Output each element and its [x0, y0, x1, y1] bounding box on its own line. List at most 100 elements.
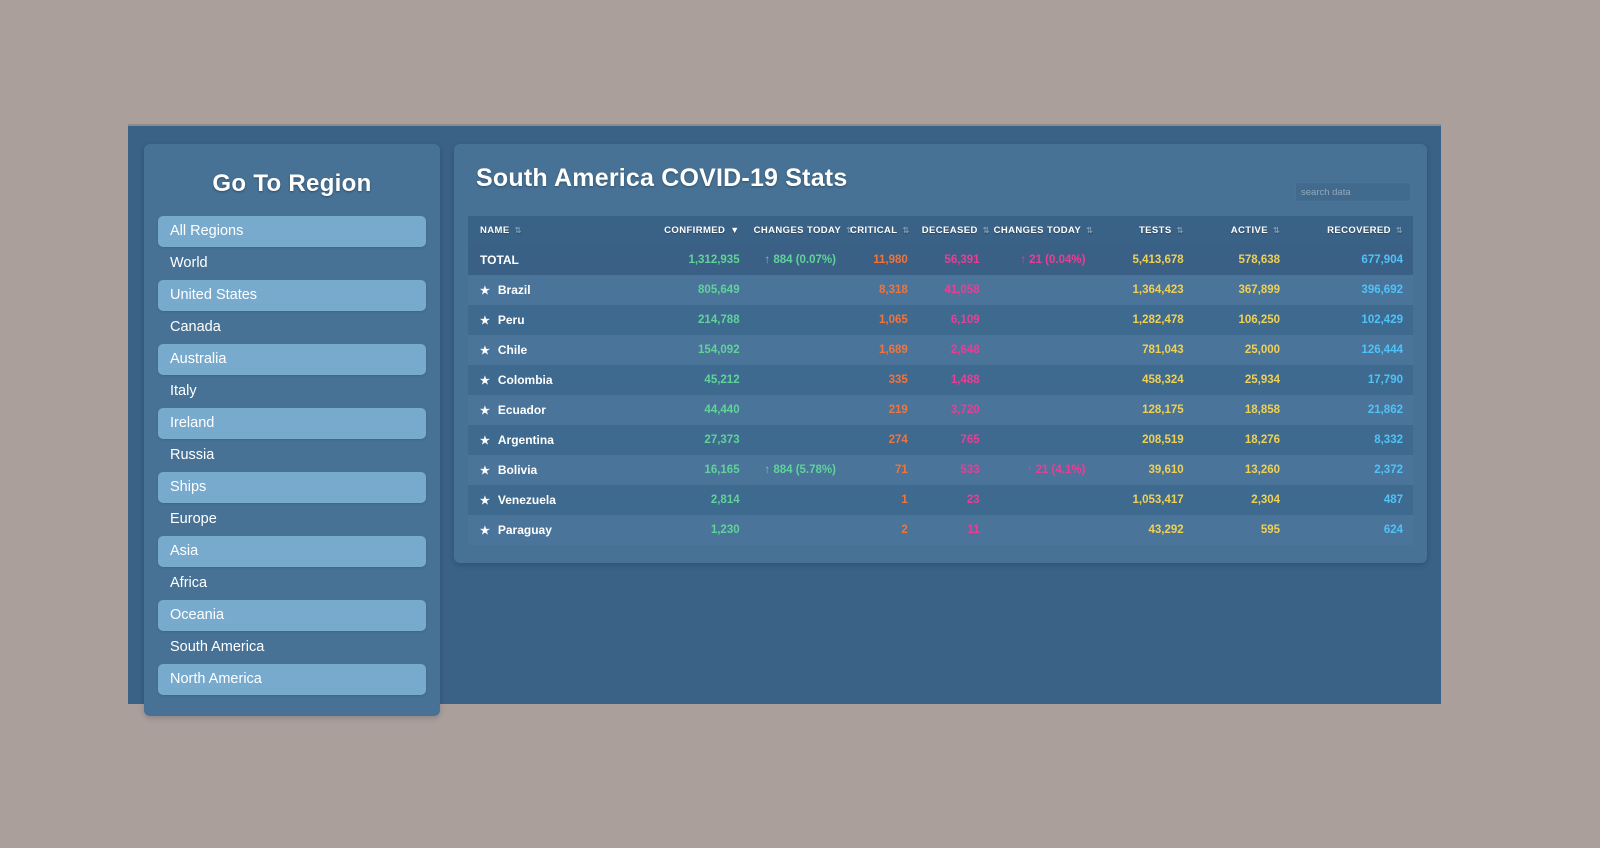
cell-recovered: 126,444 — [1361, 344, 1403, 356]
sidebar-item-ships[interactable]: Ships — [158, 472, 426, 503]
sidebar-item-oceania[interactable]: Oceania — [158, 600, 426, 631]
search-input[interactable] — [1295, 182, 1411, 202]
column-header-deceased[interactable]: DECEASED ⇅ — [918, 216, 990, 245]
cell-changes2 — [990, 515, 1096, 545]
sidebar-item-ireland[interactable]: Ireland — [158, 408, 426, 439]
column-header-recovered[interactable]: RECOVERED ⇅ — [1290, 216, 1413, 245]
column-header-name[interactable]: NAME ⇅ — [468, 216, 653, 245]
table-row[interactable]: ★ Venezuela 2,814 1 23 1,053,417 2,304 487 — [468, 485, 1413, 515]
cell-recovered: 21,862 — [1367, 404, 1403, 416]
column-header-label: CHANGES TODAY — [993, 225, 1082, 236]
sort-toggle-icon[interactable]: ⇅ — [1273, 226, 1280, 235]
column-header-confirmed[interactable]: CONFIRMED ▼ — [653, 216, 749, 245]
cell-deceased: 41,058 — [944, 284, 980, 296]
cell-changes1 — [750, 275, 846, 305]
cell-confirmed: 154,092 — [698, 344, 740, 356]
star-icon[interactable]: ★ — [480, 315, 490, 327]
cell-changes2 — [990, 305, 1096, 335]
sidebar-item-russia[interactable]: Russia — [158, 440, 426, 471]
table-row[interactable]: ★ Argentina 27,373 274 765 208,519 18,276 8,332 — [468, 425, 1413, 455]
table-row[interactable]: ★ Bolivia 16,165 ↑ 884 (5.78%) 71 533 ↑ 21 (4.… — [468, 455, 1413, 485]
sidebar-item-africa[interactable]: Africa — [158, 568, 426, 599]
cell-tests: 1,053,417 — [1132, 494, 1184, 506]
column-header-changes1[interactable]: CHANGES TODAY ⇅ — [750, 216, 853, 245]
cell-deceased: 23 — [966, 494, 980, 506]
cell-critical: 71 — [895, 464, 908, 476]
cell-changes1 — [750, 365, 846, 395]
sidebar-item-italy[interactable]: Italy — [158, 376, 426, 407]
cell-changes2 — [990, 365, 1096, 395]
cell-changes1 — [750, 305, 846, 335]
sort-toggle-icon[interactable]: ⇅ — [1177, 226, 1184, 235]
cell-changes1: ↑ 884 (0.07%) — [764, 254, 836, 266]
cell-confirmed: 44,440 — [704, 404, 740, 416]
star-icon[interactable]: ★ — [480, 345, 490, 357]
column-header-critical[interactable]: CRITICAL ⇅ — [846, 216, 918, 245]
stats-panel: South America COVID-19 Stats NAME ⇅ CONFIR… — [454, 144, 1427, 563]
cell-critical: 8,318 — [879, 284, 908, 296]
cell-changes1 — [750, 335, 846, 365]
sidebar-item-asia[interactable]: Asia — [158, 536, 426, 567]
cell-changes2 — [990, 335, 1096, 365]
cell-confirmed: 27,373 — [704, 434, 740, 446]
table-row[interactable]: ★ Chile 154,092 1,689 2,648 781,043 25,000 126,… — [468, 335, 1413, 365]
column-header-label: CHANGES TODAY — [753, 225, 842, 236]
sidebar-item-north-america[interactable]: North America — [158, 664, 426, 695]
sort-desc-icon[interactable]: ▼ — [730, 225, 739, 235]
table-row[interactable]: ★ Ecuador 44,440 219 3,720 128,175 18,858 21,86… — [468, 395, 1413, 425]
star-icon[interactable]: ★ — [480, 375, 490, 387]
star-icon[interactable]: ★ — [480, 405, 490, 417]
sidebar-item-all-regions[interactable]: All Regions — [158, 216, 426, 247]
sort-toggle-icon[interactable]: ⇅ — [903, 226, 910, 235]
sort-toggle-icon[interactable]: ⇅ — [983, 226, 990, 235]
sort-toggle-icon[interactable]: ⇅ — [515, 226, 522, 235]
star-icon[interactable]: ★ — [480, 435, 490, 447]
cell-changes2: ↑ 21 (0.04%) — [1020, 254, 1086, 266]
table-row[interactable]: ★ Brazil 805,649 8,318 41,058 1,364,423 367,89… — [468, 275, 1413, 305]
cell-changes1 — [750, 425, 846, 455]
cell-confirmed: 2,814 — [710, 494, 740, 506]
row-name-label: TOTAL — [480, 253, 519, 267]
cell-tests: 39,610 — [1148, 464, 1184, 476]
row-name-cell: ★ Brazil — [468, 275, 653, 305]
cell-tests: 208,519 — [1142, 434, 1184, 446]
row-name-label: Venezuela — [497, 493, 556, 507]
row-name-label: Paraguay — [497, 523, 552, 537]
sort-toggle-icon[interactable]: ⇅ — [1086, 226, 1093, 235]
cell-tests: 1,364,423 — [1132, 284, 1184, 296]
table-row[interactable]: ★ Colombia 45,212 335 1,488 458,324 25,934 17,7… — [468, 365, 1413, 395]
region-sidebar: Go To Region All Regions World United Stat… — [144, 144, 440, 716]
row-name-label: Chile — [497, 343, 528, 357]
sidebar-item-europe[interactable]: Europe — [158, 504, 426, 535]
column-header-label: DECEASED — [921, 225, 978, 236]
column-header-tests[interactable]: TESTS ⇅ — [1095, 216, 1193, 245]
table-row[interactable]: TOTAL 1,312,935 ↑ 884 (0.07%) 11,980 56,391 ↑… — [468, 245, 1413, 275]
cell-changes2: ↑ 21 (4.1%) — [1026, 464, 1086, 476]
sidebar-item-australia[interactable]: Australia — [158, 344, 426, 375]
row-name-cell: ★ Colombia — [468, 365, 653, 395]
star-icon[interactable]: ★ — [480, 525, 490, 537]
sidebar-item-world[interactable]: World — [158, 248, 426, 279]
cell-changes2 — [990, 485, 1096, 515]
cell-deceased: 2,648 — [950, 344, 980, 356]
star-icon[interactable]: ★ — [480, 495, 490, 507]
covid-stats-table: NAME ⇅ CONFIRMED ▼ CHANGES TODAY ⇅ CRITICAL ⇅ DE… — [468, 216, 1413, 545]
sidebar-item-south-america[interactable]: South America — [158, 632, 426, 663]
cell-critical: 11,980 — [873, 254, 908, 266]
cell-critical: 1 — [901, 494, 908, 506]
sidebar-item-canada[interactable]: Canada — [158, 312, 426, 343]
cell-tests: 5,413,678 — [1132, 254, 1184, 266]
column-header-active[interactable]: ACTIVE ⇅ — [1194, 216, 1290, 245]
cell-critical: 274 — [888, 434, 908, 446]
row-name-cell: TOTAL — [468, 245, 653, 275]
table-row[interactable]: ★ Peru 214,788 1,065 6,109 1,282,478 106,250 10… — [468, 305, 1413, 335]
cell-active: 2,304 — [1251, 494, 1281, 506]
sort-toggle-icon[interactable]: ⇅ — [1396, 226, 1403, 235]
cell-active: 13,260 — [1244, 464, 1281, 476]
star-icon[interactable]: ★ — [480, 465, 490, 477]
cell-active: 578,638 — [1238, 254, 1281, 266]
sidebar-item-united-states[interactable]: United States — [158, 280, 426, 311]
star-icon[interactable]: ★ — [480, 285, 490, 297]
table-row[interactable]: ★ Paraguay 1,230 2 11 43,292 595 624 — [468, 515, 1413, 545]
column-header-changes2[interactable]: CHANGES TODAY ⇅ — [990, 216, 1096, 245]
